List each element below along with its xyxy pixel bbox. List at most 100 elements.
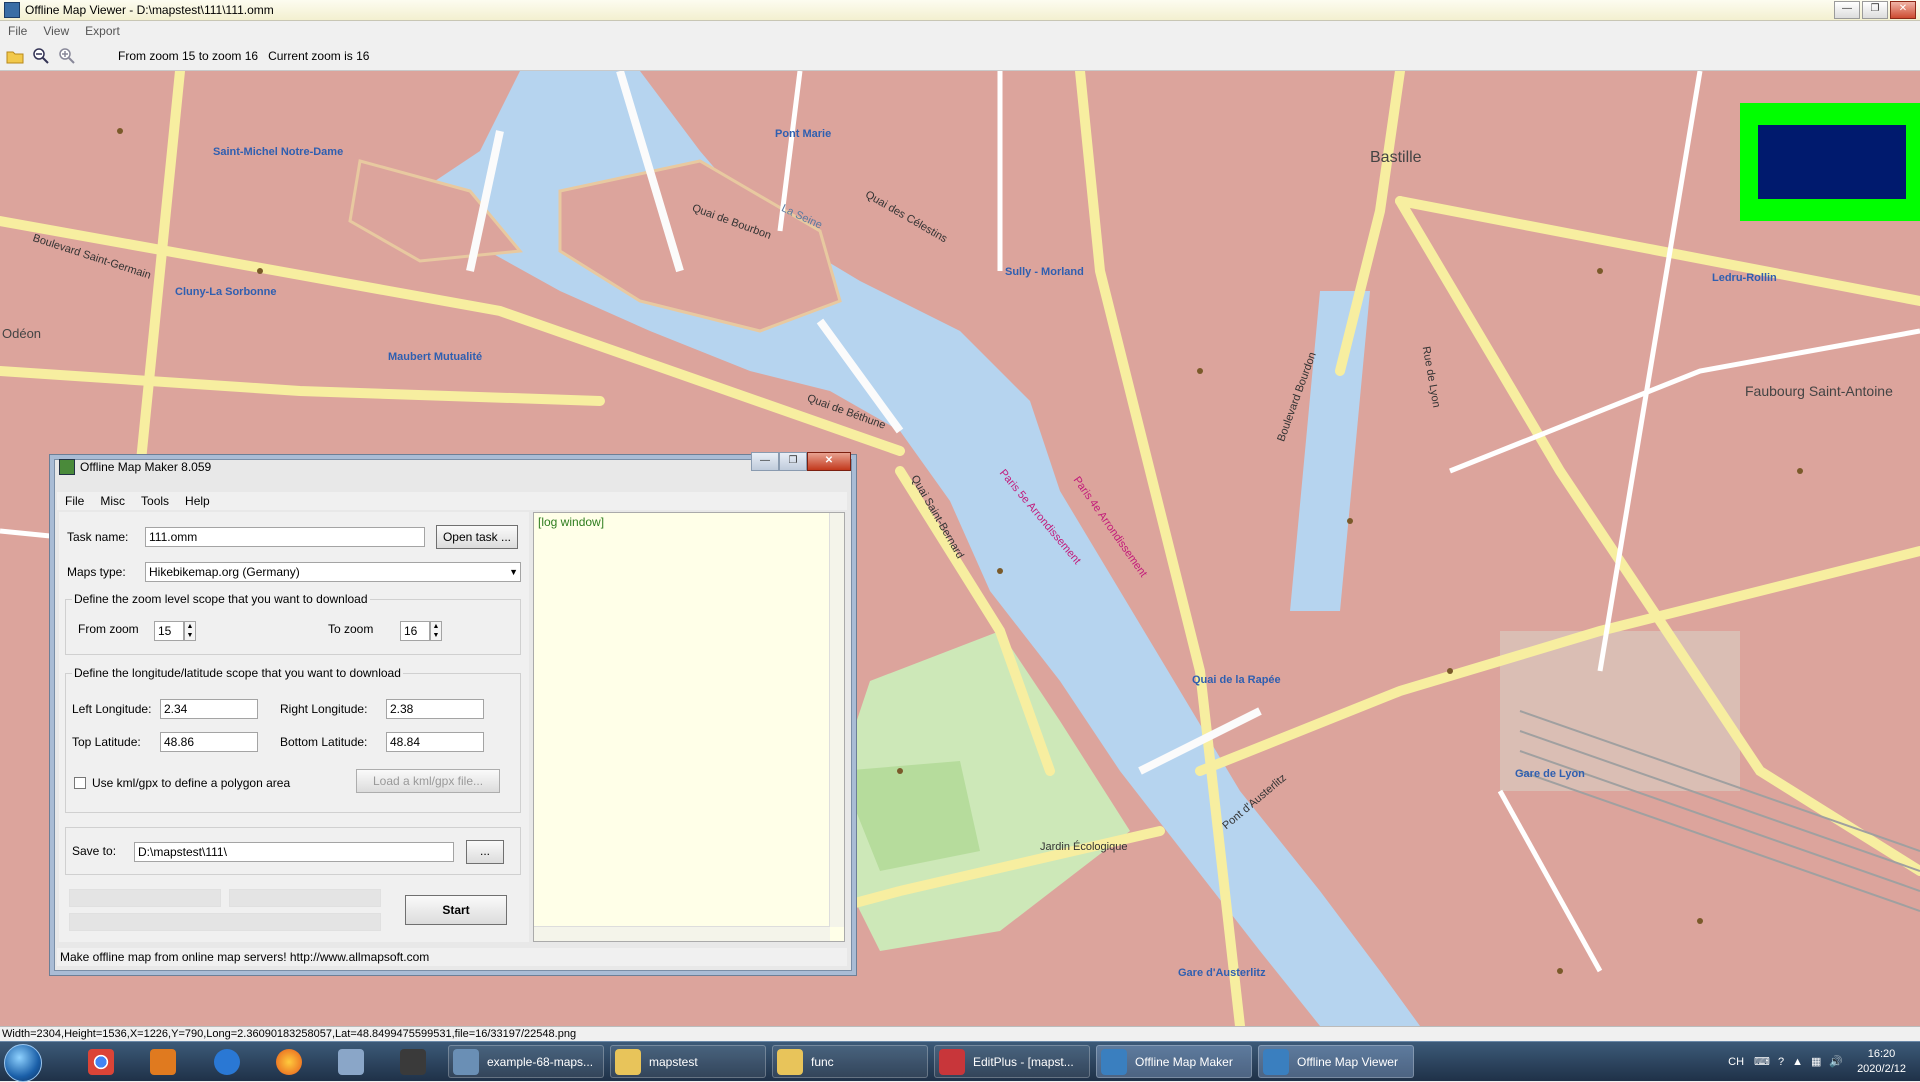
maximize-button[interactable]: ❐: [1862, 1, 1888, 19]
lonlat-scope-group-label: Define the longitude/latitude scope that…: [72, 666, 403, 680]
start-button[interactable]: Start: [405, 895, 507, 925]
menu-export[interactable]: Export: [77, 24, 128, 38]
keyboard-icon[interactable]: ⌨: [1754, 1055, 1770, 1068]
map-viewer-app-icon: [4, 2, 20, 18]
taskbar-item-mapstest[interactable]: mapstest: [610, 1045, 766, 1078]
viewer-status-bar: Width=2304,Height=1536,X=1226,Y=790,Long…: [0, 1026, 1920, 1041]
map-label-quai-rapee: Quai de la Rapée: [1192, 674, 1281, 686]
viewer-window-controls: — ❐ ✕: [1834, 1, 1916, 19]
help-icon[interactable]: ?: [1778, 1056, 1784, 1068]
open-task-button[interactable]: Open task ...: [436, 525, 518, 549]
maker-menu-help[interactable]: Help: [177, 494, 218, 508]
minimize-button[interactable]: —: [1834, 1, 1860, 19]
maps-type-select[interactable]: Hikebikemap.org (Germany) ▼: [145, 562, 521, 582]
top-latitude-input[interactable]: 48.86: [160, 732, 258, 752]
map-label-ledru: Ledru-Rollin: [1712, 272, 1777, 284]
map-label-bastille: Bastille: [1370, 149, 1422, 166]
chrome-icon[interactable]: [88, 1045, 122, 1078]
taskbar-item-offline-map-maker[interactable]: Offline Map Maker: [1096, 1045, 1252, 1078]
from-zoom-stepper[interactable]: ▲ ▼: [184, 621, 196, 641]
maker-window-controls: — ❐ ✕: [751, 452, 851, 471]
map-label-saint-michel: Saint-Michel Notre-Dame: [213, 146, 344, 158]
load-kml-button[interactable]: Load a kml/gpx file...: [356, 769, 500, 793]
zoom-out-icon[interactable]: [30, 45, 52, 67]
media-player-icon[interactable]: [150, 1045, 184, 1078]
map-label-cluny: Cluny-La Sorbonne: [175, 286, 277, 298]
viewer-menu-bar: File View Export: [0, 21, 1920, 41]
save-to-input[interactable]: D:\mapstest\111\: [134, 842, 454, 862]
taskbar-item-offline-map-viewer[interactable]: Offline Map Viewer: [1258, 1045, 1414, 1078]
log-horizontal-scrollbar[interactable]: [534, 926, 830, 941]
start-button[interactable]: [4, 1044, 42, 1082]
maker-menu-bar: File Misc Tools Help: [57, 492, 847, 510]
viewer-title-bar[interactable]: Offline Map Viewer - D:\mapstest\111\111…: [0, 0, 1920, 21]
maker-maximize-button[interactable]: ❐: [779, 452, 807, 471]
bottom-latitude-input[interactable]: 48.84: [386, 732, 484, 752]
map-label-sully: Sully - Morland: [1005, 266, 1084, 278]
windows-taskbar: example-68-maps... mapstest func EditPlu…: [0, 1041, 1920, 1082]
map-label-faubourg: Faubourg Saint-Antoine: [1745, 383, 1893, 399]
clock[interactable]: 16:20 2020/2/12: [1857, 1047, 1906, 1077]
map-label-odeon: Odéon: [2, 326, 42, 341]
map-label-jardin: Jardin Écologique: [1040, 841, 1128, 853]
kml-polygon-checkbox[interactable]: [74, 777, 86, 789]
zoom-scope-group-label: Define the zoom level scope that you wan…: [72, 592, 370, 606]
log-vertical-scrollbar[interactable]: [829, 513, 844, 927]
network-icon[interactable]: ▦: [1811, 1055, 1821, 1068]
maker-minimize-button[interactable]: —: [751, 452, 779, 471]
log-window[interactable]: [log window]: [533, 512, 845, 942]
maps-type-value: Hikebikemap.org (Germany): [149, 565, 300, 579]
taskbar-item-func[interactable]: func: [772, 1045, 928, 1078]
minimap-viewport[interactable]: [1758, 125, 1906, 199]
lonlat-scope-group: Define the longitude/latitude scope that…: [65, 666, 521, 813]
zoom-range-text: From zoom 15 to zoom 16: [118, 49, 259, 63]
offline-map-maker-window: Offline Map Maker 8.059 — ❐ ✕ File Misc …: [54, 452, 852, 971]
from-zoom-label: From zoom: [78, 622, 139, 636]
taskbar-item-example-maps[interactable]: example-68-maps...: [448, 1045, 604, 1078]
menu-view[interactable]: View: [35, 24, 77, 38]
top-latitude-label: Top Latitude:: [72, 735, 141, 749]
folder-icon: [615, 1048, 641, 1075]
folder-icon: [777, 1048, 803, 1075]
editplus-icon: [939, 1048, 965, 1075]
save-to-label: Save to:: [72, 844, 117, 858]
firefox-icon[interactable]: [276, 1045, 310, 1078]
taskbar-item-editplus[interactable]: EditPlus - [mapst...: [934, 1045, 1090, 1078]
right-longitude-input[interactable]: 2.38: [386, 699, 484, 719]
maker-menu-file[interactable]: File: [57, 494, 92, 508]
maker-close-button[interactable]: ✕: [807, 452, 851, 471]
show-hidden-icons-icon[interactable]: ▲: [1792, 1056, 1803, 1068]
browse-button[interactable]: ...: [466, 840, 504, 864]
overview-minimap[interactable]: [1740, 103, 1920, 221]
calculator-icon[interactable]: [338, 1045, 372, 1078]
maker-menu-misc[interactable]: Misc: [92, 494, 133, 508]
kml-polygon-checkbox-label: Use kml/gpx to define a polygon area: [92, 776, 291, 790]
map-maker-app-icon: [59, 459, 75, 475]
map-maker-icon: [1101, 1048, 1127, 1075]
to-zoom-input[interactable]: 16: [400, 621, 430, 641]
maps-type-label: Maps type:: [67, 565, 126, 579]
close-button[interactable]: ✕: [1890, 1, 1916, 19]
chevron-down-icon[interactable]: ▼: [509, 563, 518, 581]
task-name-input[interactable]: 111.omm: [145, 527, 425, 547]
system-tray: CH ⌨ ? ▲ ▦ 🔊 16:20 2020/2/12: [1728, 1042, 1920, 1081]
open-folder-icon[interactable]: [4, 45, 26, 67]
zoom-in-icon[interactable]: [56, 45, 78, 67]
input-language-indicator[interactable]: CH: [1728, 1056, 1744, 1068]
to-zoom-stepper[interactable]: ▲ ▼: [430, 621, 442, 641]
maker-status-bar: Make offline map from online map servers…: [57, 948, 847, 966]
viewer-toolbar: From zoom 15 to zoom 16 Current zoom is …: [0, 42, 1920, 71]
maker-menu-tools[interactable]: Tools: [133, 494, 177, 508]
current-zoom-text: Current zoom is 16: [268, 49, 370, 63]
clock-date: 2020/2/12: [1857, 1062, 1906, 1075]
menu-file[interactable]: File: [0, 24, 35, 38]
left-longitude-input[interactable]: 2.34: [160, 699, 258, 719]
internet-explorer-icon[interactable]: [214, 1045, 248, 1078]
volume-icon[interactable]: 🔊: [1829, 1055, 1843, 1068]
nox-icon[interactable]: [400, 1045, 434, 1078]
from-zoom-input[interactable]: 15: [154, 621, 184, 641]
save-to-group: Save to: D:\mapstest\111\ ...: [65, 827, 521, 875]
right-longitude-label: Right Longitude:: [280, 702, 368, 716]
maker-title-bar[interactable]: Offline Map Maker 8.059 — ❐ ✕: [55, 452, 851, 478]
viewer-window-title: Offline Map Viewer - D:\mapstest\111\111…: [25, 3, 274, 17]
